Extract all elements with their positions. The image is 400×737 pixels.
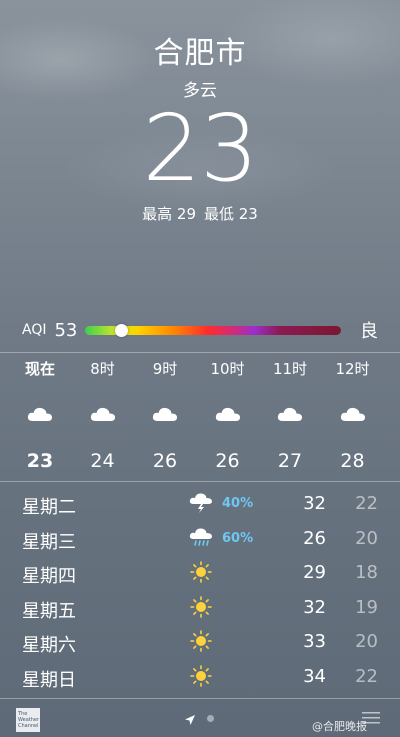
rain-icon xyxy=(188,526,214,550)
daily-row: 星期五 32 19 xyxy=(0,592,400,627)
hour-label: 11时 xyxy=(272,360,308,378)
hour-temp: 23 xyxy=(26,450,54,472)
hour-temp: 28 xyxy=(340,450,365,472)
sun-icon xyxy=(188,629,214,653)
day-low: 22 xyxy=(355,665,378,687)
precip-chance: 40% xyxy=(222,496,254,511)
cloud-icon xyxy=(385,394,400,434)
day-high: 32 xyxy=(303,596,326,618)
day-low: 20 xyxy=(355,527,378,549)
sun-icon xyxy=(188,664,214,688)
cloud-icon xyxy=(323,394,383,434)
day-high: 29 xyxy=(303,562,326,583)
aqi-level: 良 xyxy=(360,321,378,342)
daily-row: 星期二 40% 32 22 xyxy=(0,488,400,523)
hour-label: 1 xyxy=(385,358,400,380)
hour-temp: 27 xyxy=(277,450,303,472)
hourly-item: 11时 27 xyxy=(260,358,320,472)
cloud-icon xyxy=(73,394,133,434)
daily-row: 星期三 60% 26 20 xyxy=(0,523,400,558)
aqi-gradient-bar xyxy=(85,323,342,337)
sun-icon xyxy=(188,560,214,584)
hour-temp: 26 xyxy=(152,450,178,472)
footer-bar: The Weather Channel @合肥晚报 xyxy=(0,700,400,737)
day-name: 星期四 xyxy=(22,566,76,587)
watermark-text: @合肥晚报 xyxy=(312,720,367,733)
hourly-forecast[interactable]: 现在 23 8时 24 9时 26 10时 26 11时 27 12时 28 1 xyxy=(0,358,400,478)
thunderstorm-icon xyxy=(188,491,214,515)
hour-temp: 24 xyxy=(90,450,115,472)
day-name: 星期日 xyxy=(22,669,76,691)
cloud-icon xyxy=(10,394,70,434)
day-low: 20 xyxy=(355,631,378,652)
page-dot[interactable] xyxy=(207,715,214,722)
divider xyxy=(0,698,400,699)
day-high: 34 xyxy=(303,665,326,687)
day-low: 18 xyxy=(355,562,378,583)
aqi-value: 53 xyxy=(54,319,78,341)
cloud-icon xyxy=(260,394,320,434)
divider xyxy=(0,352,400,353)
daily-forecast: 星期二 40% 32 22 星期三 60% 26 20 星期四 29 18 星期五 32 19 星期六 33 2… xyxy=(0,488,400,695)
day-high: 33 xyxy=(303,631,326,652)
aqi-indicator xyxy=(114,323,128,337)
location-header: 合肥市 多云 xyxy=(0,28,400,101)
daily-row: 星期四 29 18 xyxy=(0,557,400,592)
aqi-row[interactable]: AQI 53 良 xyxy=(22,318,378,343)
daily-row: 星期六 33 20 xyxy=(0,626,400,661)
day-low: 22 xyxy=(355,493,378,514)
high-temp: 最高 29 xyxy=(142,205,196,223)
hourly-item: 1 xyxy=(385,358,400,450)
precip-chance: 60% xyxy=(222,530,254,546)
divider xyxy=(0,481,400,482)
hour-label: 12时 xyxy=(335,360,370,378)
day-name: 星期五 xyxy=(22,600,76,622)
high-low: 最高 29 最低 23 xyxy=(0,203,400,224)
hourly-item: 12时 28 xyxy=(323,358,383,472)
day-name: 星期三 xyxy=(22,531,76,553)
low-temp: 最低 23 xyxy=(204,205,258,223)
day-low: 19 xyxy=(355,596,378,618)
weather-channel-logo[interactable]: The Weather Channel xyxy=(16,708,40,732)
hour-temp: 26 xyxy=(215,450,240,472)
hourly-item: 现在 23 xyxy=(10,358,70,472)
day-name: 星期六 xyxy=(22,635,76,656)
hourly-item: 8时 24 xyxy=(73,358,133,472)
hour-label: 8时 xyxy=(90,360,115,378)
hour-label: 9时 xyxy=(152,360,178,378)
day-high: 26 xyxy=(303,527,326,549)
current-temperature: 23 xyxy=(142,95,258,202)
day-name: 星期二 xyxy=(22,497,76,518)
hourly-item: 9时 26 xyxy=(135,358,195,472)
aqi-label: AQI xyxy=(22,322,47,338)
cloud-icon xyxy=(198,394,258,434)
daily-row: 星期日 34 22 xyxy=(0,661,400,696)
location-arrow-icon[interactable] xyxy=(184,714,196,726)
hour-label: 现在 xyxy=(24,360,55,378)
day-high: 32 xyxy=(303,493,326,514)
sun-icon xyxy=(188,595,214,619)
hour-label: 10时 xyxy=(210,360,245,378)
cloud-icon xyxy=(135,394,195,434)
hourly-item: 10时 26 xyxy=(198,358,258,472)
city-name: 合肥市 xyxy=(153,36,247,71)
